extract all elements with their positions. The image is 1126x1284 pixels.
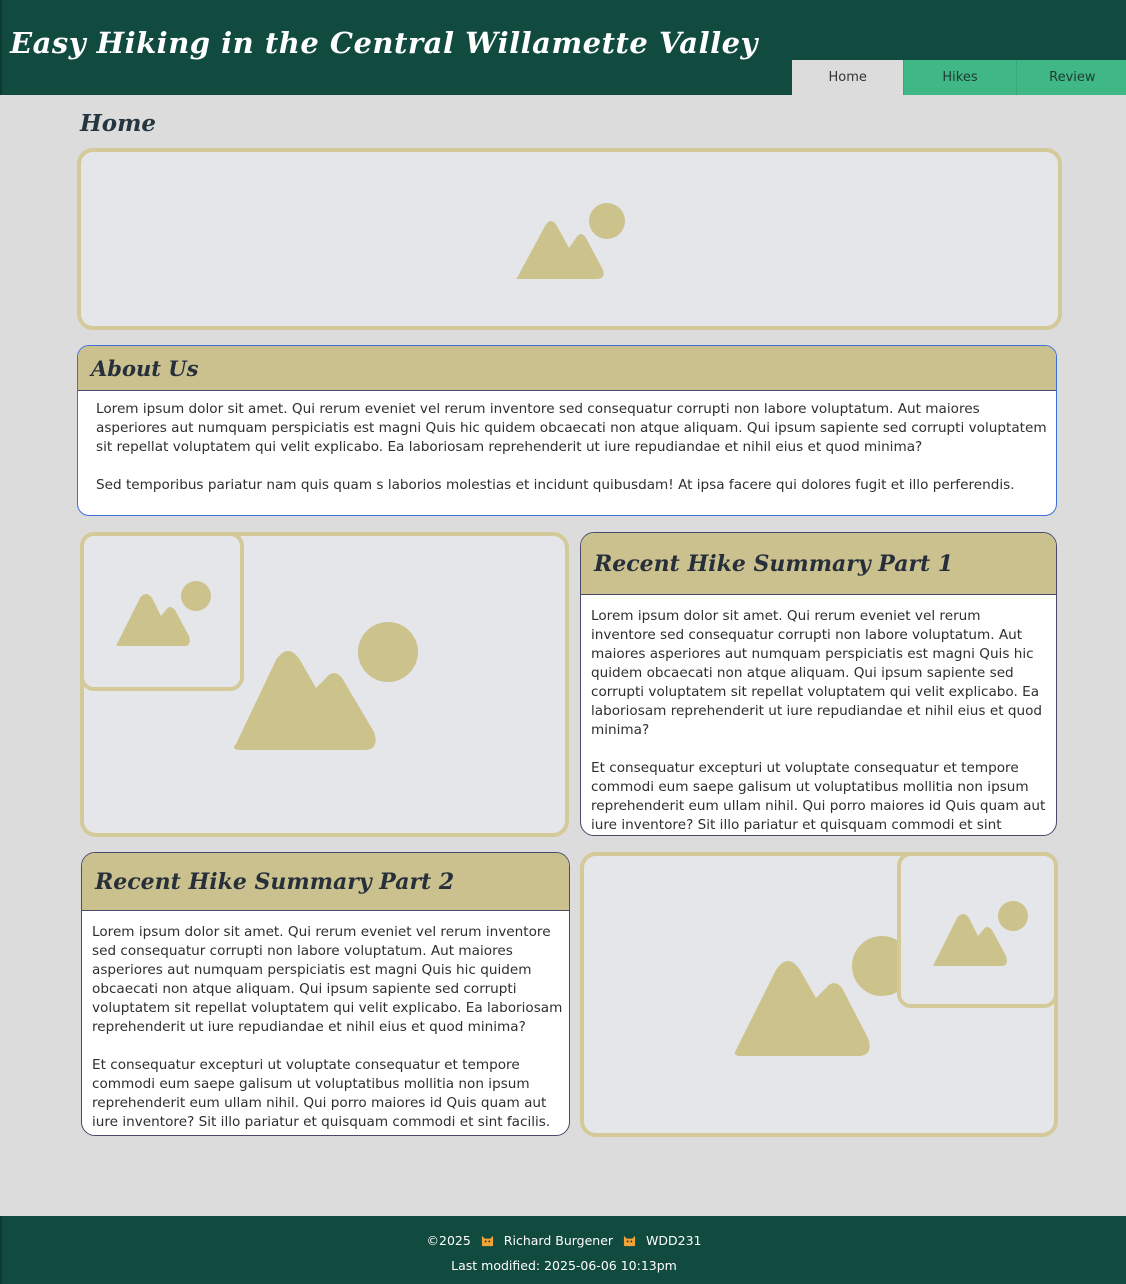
footer-last-modified: Last modified: 2025-06-06 10:13pm xyxy=(451,1258,677,1273)
hike-summary-2-card: Recent Hike Summary Part 2 Lorem ipsum d… xyxy=(81,852,570,1136)
site-title: Easy Hiking in the Central Willamette Va… xyxy=(10,26,758,60)
cat-emoji-icon xyxy=(623,1234,636,1247)
page-heading: Home xyxy=(80,110,157,137)
about-us-body: Lorem ipsum dolor sit amet. Qui rerum ev… xyxy=(78,391,1056,495)
hike-image-inset-2 xyxy=(897,852,1058,1008)
nav-hikes-link[interactable]: Hikes xyxy=(903,60,1016,95)
hike-summary-1-body: Lorem ipsum dolor sit amet. Qui rerum ev… xyxy=(581,595,1056,835)
hike-summary-1-header: Recent Hike Summary Part 1 xyxy=(581,533,1056,595)
hike-summary-2-paragraph: Lorem ipsum dolor sit amet. Qui rerum ev… xyxy=(92,924,563,1035)
hike-summary-2-title: Recent Hike Summary Part 2 xyxy=(95,868,455,895)
nav-home-link[interactable]: Home xyxy=(792,60,904,95)
hike-image-inset xyxy=(80,532,244,691)
image-placeholder-icon xyxy=(732,934,924,1060)
hero-image xyxy=(77,148,1062,330)
site-header: Easy Hiking in the Central Willamette Va… xyxy=(0,0,1126,95)
about-us-card: About Us Lorem ipsum dolor sit amet. Qui… xyxy=(77,345,1057,516)
hike-summary-1-title: Recent Hike Summary Part 1 xyxy=(594,550,954,577)
image-placeholder-icon xyxy=(513,200,631,282)
cat-emoji-icon xyxy=(481,1234,494,1247)
about-us-paragraph: Lorem ipsum dolor sit amet. Qui rerum ev… xyxy=(96,401,1047,455)
hike-summary-1-paragraph: Et consequatur excepturi ut voluptate co… xyxy=(591,760,1046,833)
hike-summary-2-header: Recent Hike Summary Part 2 xyxy=(82,853,569,911)
footer-credits: ©2025 Richard Burgener WDD231 xyxy=(2,1232,1126,1248)
about-us-header: About Us xyxy=(78,346,1056,391)
footer-course: WDD231 xyxy=(646,1233,702,1248)
nav-review-link[interactable]: Review xyxy=(1015,60,1126,95)
hike-summary-1-card: Recent Hike Summary Part 1 Lorem ipsum d… xyxy=(580,532,1057,836)
about-us-title: About Us xyxy=(91,355,199,381)
image-placeholder-icon xyxy=(114,578,214,650)
hike-summary-2-body: Lorem ipsum dolor sit amet. Qui rerum ev… xyxy=(82,911,569,1132)
image-placeholder-icon xyxy=(931,898,1031,970)
image-placeholder-icon xyxy=(230,620,422,756)
footer-author: Richard Burgener xyxy=(503,1233,614,1248)
hike-summary-2-paragraph: Et consequatur excepturi ut voluptate co… xyxy=(92,1057,551,1130)
footer-copyright: ©2025 xyxy=(426,1233,471,1248)
main-nav: Home Hikes Review xyxy=(792,60,1126,95)
site-footer: ©2025 Richard Burgener WDD231 Last modif… xyxy=(0,1216,1126,1284)
hike-summary-1-paragraph: Lorem ipsum dolor sit amet. Qui rerum ev… xyxy=(591,608,1043,738)
about-us-paragraph: Sed temporibus pariatur nam quis quam s … xyxy=(96,477,1015,493)
